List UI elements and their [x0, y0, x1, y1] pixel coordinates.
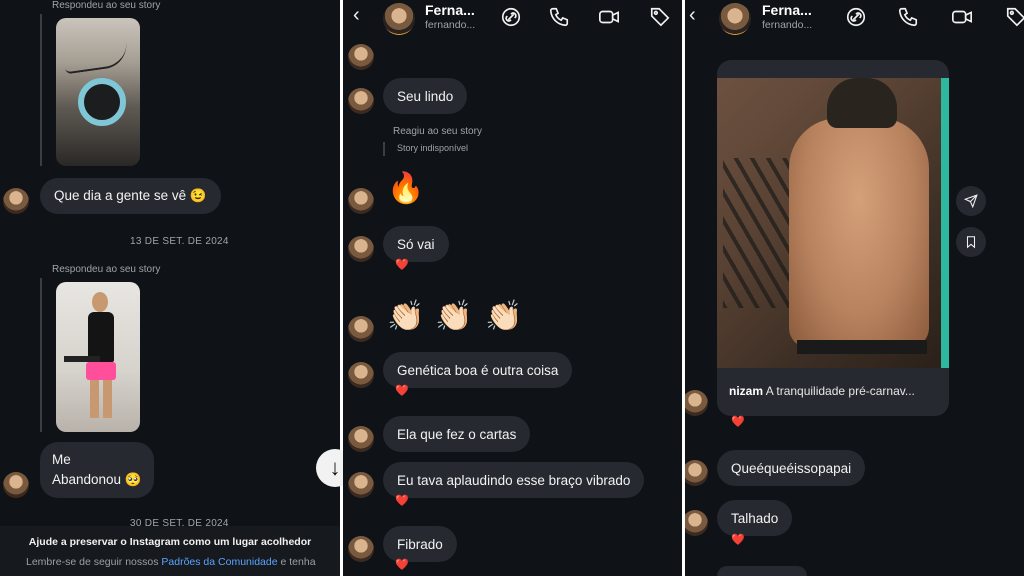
heart-reaction[interactable]: ❤️ [731, 534, 745, 546]
avatar[interactable] [348, 236, 374, 262]
message-text: Eu tava aplaudindo esse braço vibrado [397, 472, 631, 488]
heart-reaction[interactable]: ❤️ [395, 559, 409, 571]
story-thumbnail[interactable] [56, 282, 140, 432]
chat-header: ‹ Ferna... fernando... [685, 0, 1024, 35]
avatar[interactable] [685, 390, 708, 416]
contact-username: fernando... [762, 19, 813, 31]
back-arrow-icon[interactable]: ‹ [689, 4, 696, 27]
avatar[interactable] [3, 188, 29, 214]
post-author[interactable]: nizam [729, 384, 763, 398]
message-text: Ela que fez o cartas [397, 426, 517, 442]
message-bubble[interactable]: Seu lindo [383, 78, 468, 114]
quote-line [40, 14, 42, 166]
community-notice: Ajude a preservar o Instagram como um lu… [0, 526, 340, 576]
message-text: Me Abandonou 🥺 [52, 452, 142, 487]
message-bubble[interactable]: Só vai [383, 226, 449, 262]
quote-line [40, 278, 42, 432]
video-icon[interactable] [951, 6, 973, 28]
message-bubble[interactable]: Eu tava aplaudindo esse braço vibrado [383, 462, 645, 498]
chat-panel-middle: 🔻 👏 🍀 ‹ Ferna... fernando... Seu lindo R… [343, 0, 682, 576]
message-bubble[interactable] [717, 566, 807, 576]
avatar[interactable] [348, 426, 374, 452]
community-guidelines-link[interactable]: Padrões da Comunidade [161, 556, 277, 568]
story-thumbnail[interactable] [56, 18, 140, 166]
avatar[interactable] [3, 472, 29, 498]
message-bubble[interactable]: Genética boa é outra coisa [383, 352, 573, 388]
avatar[interactable] [348, 316, 374, 342]
heart-reaction[interactable]: ❤️ [395, 259, 409, 271]
message-bubble[interactable]: Me Abandonou 🥺 [40, 442, 154, 498]
message-text: Só vai [397, 236, 435, 252]
avatar[interactable] [348, 44, 374, 70]
avatar[interactable] [348, 88, 374, 114]
story-reply-label: Respondeu ao seu story [52, 264, 161, 275]
phone-icon[interactable] [548, 6, 570, 28]
avatar[interactable] [348, 536, 374, 562]
notice-text: Lembre-se de seguir nossos Padrões da Co… [26, 556, 316, 568]
notice-title: Ajude a preservar o Instagram como um lu… [28, 536, 312, 548]
message-bubble[interactable]: Ela que fez o cartas [383, 416, 531, 452]
avatar[interactable] [685, 460, 708, 486]
reacted-label: Reagiu ao seu story [393, 126, 482, 137]
heart-reaction[interactable]: ❤️ [395, 495, 409, 507]
bookmark-icon[interactable] [956, 227, 986, 257]
chat-panel-left: Respondeu ao seu story Que dia a gente s… [0, 0, 340, 576]
avatar[interactable] [348, 472, 374, 498]
avatar[interactable] [685, 510, 708, 536]
contact-name[interactable]: Ferna... [425, 2, 475, 18]
tag-icon[interactable] [1005, 6, 1024, 28]
tag-icon[interactable] [649, 6, 671, 28]
send-icon[interactable] [956, 186, 986, 216]
message-text: Queéqueéissopapai [731, 460, 852, 476]
post-caption: nizam A tranquilidade pré-carnav... [729, 384, 915, 398]
contact-name[interactable]: Ferna... [762, 2, 812, 18]
avatar[interactable] [383, 3, 415, 35]
clap-emoji[interactable]: 👏🏻 [435, 300, 472, 334]
clap-emoji[interactable]: 👏🏻 [387, 300, 424, 334]
avatar[interactable] [348, 188, 374, 214]
phone-icon[interactable] [897, 6, 919, 28]
message-text: Que dia a gente se vê 😉 [54, 188, 207, 203]
message-text: Genética boa é outra coisa [397, 362, 559, 378]
message-bubble[interactable]: Que dia a gente se vê 😉 [40, 178, 221, 214]
date-separator: 13 DE SET. DE 2024 [130, 236, 229, 247]
quote-line [383, 142, 385, 156]
message-bubble[interactable]: Talhado [717, 500, 793, 536]
story-reply-label: Respondeu ao seu story [52, 0, 161, 11]
message-text: Talhado [731, 510, 779, 526]
chat-header: ‹ Ferna... fernando... [343, 0, 682, 35]
video-icon[interactable] [598, 6, 620, 28]
message-text: Fibrado [397, 536, 443, 552]
post-image [717, 78, 949, 368]
back-arrow-icon[interactable]: ‹ [353, 4, 360, 27]
contact-username: fernando... [425, 19, 476, 31]
message-text: Seu lindo [397, 88, 454, 104]
link-icon[interactable] [845, 6, 867, 28]
link-icon[interactable] [500, 6, 522, 28]
avatar[interactable] [719, 3, 751, 35]
heart-reaction[interactable]: ❤️ [395, 385, 409, 397]
shared-post[interactable]: nizam A tranquilidade pré-carnav... [717, 60, 949, 416]
clap-emoji[interactable]: 👏🏻 [485, 300, 522, 334]
message-bubble[interactable]: Queéqueéissopapai [717, 450, 866, 486]
fire-emoji[interactable]: 🔥 [387, 172, 424, 206]
heart-reaction[interactable]: ❤️ [731, 416, 745, 428]
chat-panel-right: nizam A tranquilidade pré-carnav... ‹ Fe… [685, 0, 1024, 576]
message-bubble[interactable]: Fibrado [383, 526, 457, 562]
avatar[interactable] [348, 362, 374, 388]
story-unavailable: Story indisponível [397, 143, 469, 153]
